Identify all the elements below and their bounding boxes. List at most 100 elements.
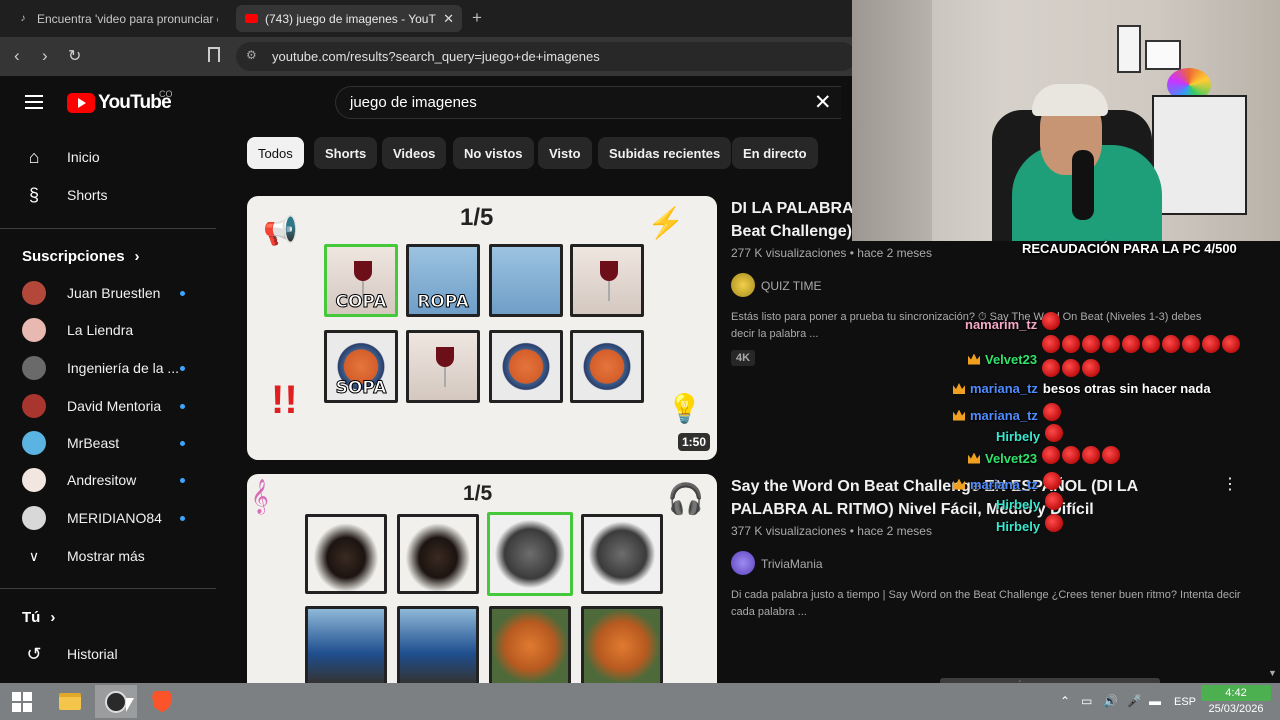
picture-card (581, 606, 663, 684)
volume-icon[interactable]: 🔊 (1103, 694, 1118, 708)
chat-username: Hirbely (996, 428, 1041, 444)
menu-icon[interactable] (25, 95, 43, 109)
sidebar-subscription[interactable]: David Mentoria (0, 388, 216, 424)
you-heading[interactable]: Tú › (22, 609, 55, 626)
microphone (1072, 150, 1094, 220)
sidebar-subscription[interactable]: MrBeast (0, 425, 216, 461)
video-title[interactable]: DI LA PALABRA Beat Challenge) (731, 197, 854, 243)
clear-search-icon[interactable]: ✕ (814, 90, 832, 115)
history-icon: ↺ (26, 643, 42, 664)
language-indicator[interactable]: ESP (1174, 696, 1196, 708)
exclamation-icon: !! (271, 378, 298, 422)
home-icon: ⌂ (28, 146, 40, 167)
sidebar-subscription[interactable]: Andresitow (0, 462, 216, 498)
close-tab-icon[interactable]: ✕ (443, 11, 454, 27)
search-query: juego de imagenes (350, 94, 477, 111)
avatar (22, 394, 46, 418)
scroll-down-icon[interactable]: ▼ (1268, 668, 1277, 678)
moderator-crown-icon (953, 478, 965, 490)
video-meta: 277 K visualizaciones • hace 2 meses (731, 246, 932, 260)
video-title[interactable]: Say the Word On Beat Challenge EN ESPAÑO… (731, 475, 1138, 521)
chat-username: Velvet23 (985, 351, 1038, 367)
emote-icon (1162, 335, 1181, 353)
taskbar-clock[interactable]: 4:42 25/03/2026 (1201, 685, 1271, 717)
chip-visto[interactable]: Visto (538, 137, 592, 169)
picture-card (581, 514, 663, 594)
sidebar-item-label: Historial (67, 646, 118, 662)
fundraiser-banner: RECAUDACIÓN PARA LA PC 4/500 (1022, 241, 1237, 256)
video-thumbnail[interactable]: 1/5 𝄞 🎧 (247, 474, 717, 684)
sidebar-item-inicio[interactable]: ⌂ Inicio (0, 139, 216, 175)
emote-icon (1042, 359, 1061, 377)
new-content-dot (180, 440, 185, 446)
sidebar-item-label: Shorts (67, 187, 108, 203)
webcam-wall-frame (1145, 40, 1181, 70)
channel-avatar[interactable] (731, 551, 755, 575)
bookmark-icon[interactable] (208, 47, 220, 62)
sidebar-item-historial[interactable]: ↺ Historial (0, 636, 216, 672)
chat-message: mariana_tz besos otras sin hacer nada (953, 381, 1216, 396)
chat-emotes (1042, 335, 1247, 383)
video-thumbnail[interactable]: 1/5 📢 ⚡ !! 💡 COPA ROPA SOPA (247, 196, 717, 460)
sidebar-subscription[interactable]: Ingeniería de la ... (0, 350, 216, 386)
chip-todos[interactable]: Todos (247, 137, 304, 169)
sidebar-subscription[interactable]: Juan Bruestlen (0, 275, 216, 311)
moderator-crown-icon (953, 409, 965, 421)
tray-overflow-icon[interactable]: ⌃ (1060, 694, 1070, 708)
emote-icon (1082, 359, 1101, 377)
description-line: cada palabra ... (731, 606, 807, 618)
site-info-icon[interactable]: ⚙ (246, 48, 257, 62)
network-icon[interactable]: ▭ (1081, 694, 1092, 708)
subscriptions-heading[interactable]: Suscripciones › (22, 248, 140, 265)
windows-start-icon[interactable] (12, 692, 32, 712)
chat-message: Hirbely (996, 492, 1065, 516)
emote-icon (1042, 446, 1061, 464)
chevron-down-icon: ∨ (28, 547, 40, 564)
forward-icon[interactable]: › (42, 46, 48, 66)
tab-youtube[interactable]: (743) juego de imagenes - YouTu ✕ (236, 5, 462, 32)
chip-shorts[interactable]: Shorts (314, 137, 378, 169)
picture-card (397, 514, 479, 594)
subscription-label: David Mentoria (67, 398, 162, 414)
new-content-dot (180, 365, 185, 371)
screen: ♪ Encuentra 'video para pronunciar cor (… (0, 0, 1280, 720)
subscription-label: Andresitow (67, 472, 137, 488)
picture-card: ROPA (406, 244, 480, 317)
chip-no-vistos[interactable]: No vistos (453, 137, 534, 169)
chat-message: Velvet23 (968, 446, 1122, 470)
lightning-icon: ⚡ (647, 207, 685, 240)
back-icon[interactable]: ‹ (14, 46, 20, 66)
streamer-cap (1032, 84, 1108, 116)
sidebar-item-shorts[interactable]: § Shorts (0, 177, 216, 213)
new-content-dot (180, 477, 185, 483)
sidebar-subscription[interactable]: La Liendra (0, 312, 216, 348)
lightbulb-icon: 💡 (667, 393, 702, 424)
battery-icon[interactable]: ▬ (1149, 694, 1161, 708)
youtube-play-icon (67, 93, 95, 113)
brave-browser-button[interactable] (141, 685, 183, 718)
microphone-icon[interactable]: 🎤 (1127, 694, 1142, 708)
browser-tab-bar: ♪ Encuentra 'video para pronunciar cor (… (0, 0, 852, 37)
chat-username: mariana_tz (970, 476, 1038, 492)
chip-subidas-recientes[interactable]: Subidas recientes (598, 137, 732, 169)
new-tab-icon[interactable]: + (472, 8, 482, 28)
card-label: COPA (335, 292, 387, 313)
address-input[interactable]: ⚙ youtube.com/results?search_query=juego… (236, 42, 856, 71)
channel-avatar[interactable] (731, 273, 755, 297)
chevron-right-icon: › (134, 248, 140, 265)
picture-card (406, 330, 480, 403)
channel-name[interactable]: QUIZ TIME (761, 279, 821, 293)
channel-name[interactable]: TriviaMania (761, 557, 823, 571)
emote-icon (1045, 424, 1064, 442)
tab-tiktok[interactable]: ♪ Encuentra 'video para pronunciar cor (8, 5, 226, 32)
show-more-button[interactable]: ∨ Mostrar más (0, 538, 216, 574)
more-options-icon[interactable]: ⋮ (1222, 474, 1238, 494)
youtube-logo[interactable]: YouTube (67, 92, 172, 114)
chip-videos[interactable]: Videos (382, 137, 447, 169)
chevron-right-icon: › (50, 609, 56, 626)
reload-icon[interactable]: ↻ (68, 46, 81, 66)
file-explorer-button[interactable] (49, 685, 91, 718)
subscriptions-title: Suscripciones (22, 248, 125, 265)
chip-en-directo[interactable]: En directo (732, 137, 818, 169)
sidebar-subscription[interactable]: MERIDIANO84 (0, 500, 216, 536)
